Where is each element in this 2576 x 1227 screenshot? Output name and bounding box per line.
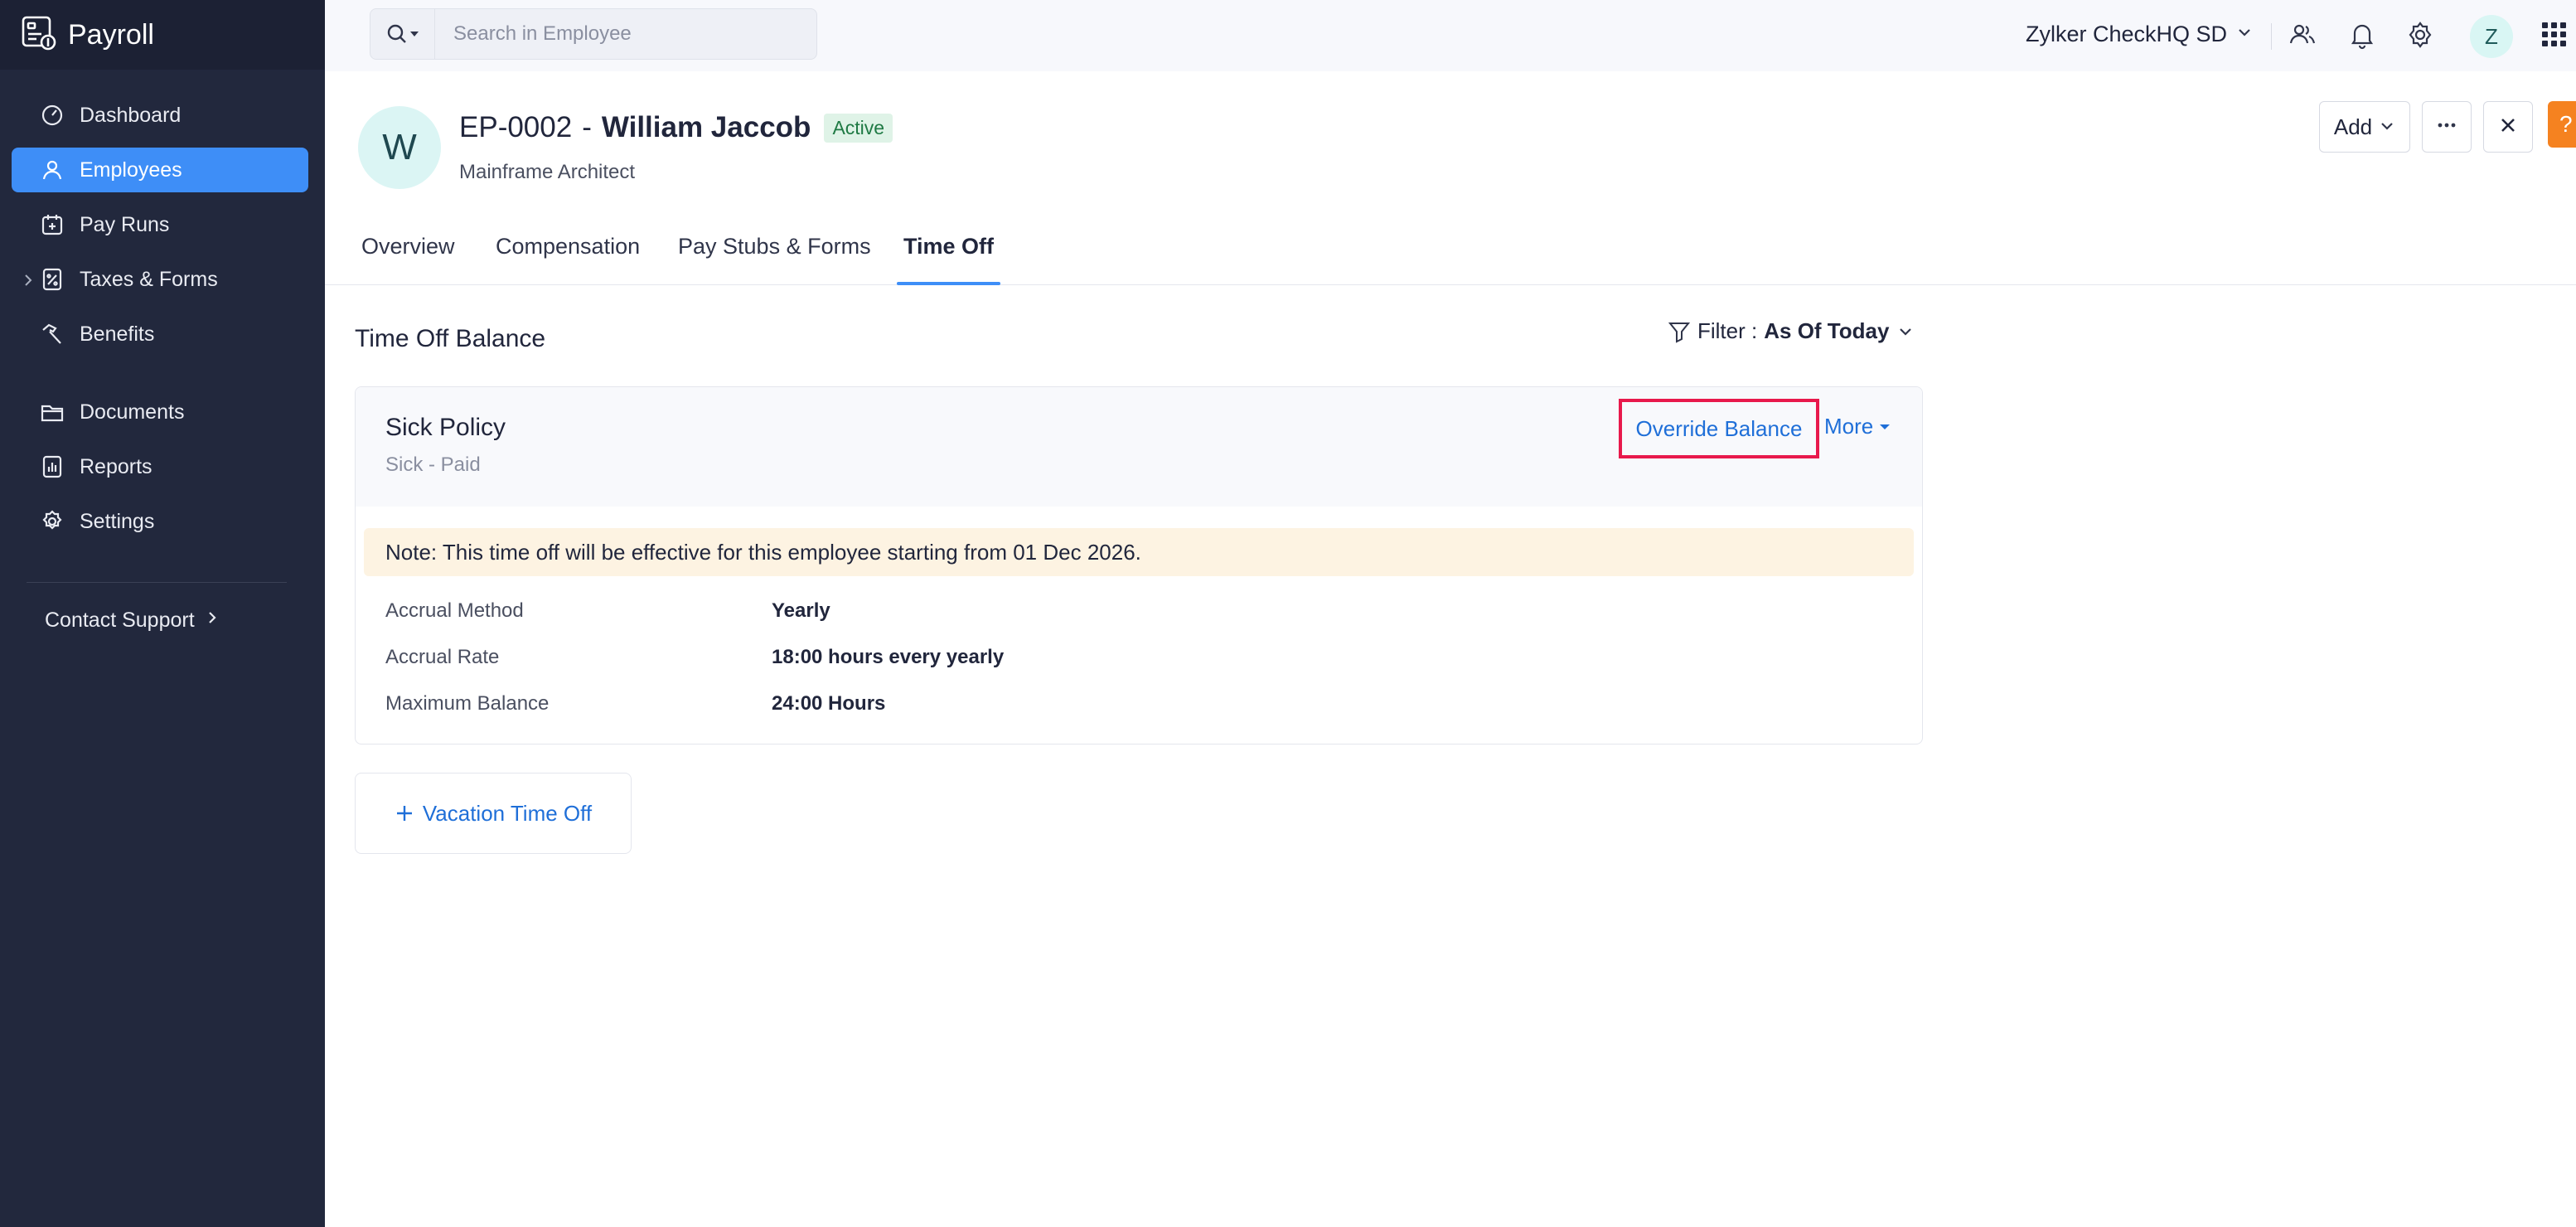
gear-icon[interactable]: [2405, 20, 2435, 50]
sidebar-item-taxes-forms[interactable]: Taxes & Forms: [12, 257, 308, 302]
gear-icon: [40, 509, 65, 534]
title-separator: -: [582, 111, 592, 143]
report-icon: [40, 454, 65, 479]
gauge-icon: [40, 103, 65, 128]
close-button[interactable]: [2483, 101, 2533, 153]
percent-doc-icon: [40, 267, 65, 292]
filter-dropdown[interactable]: Filter : As Of Today: [1668, 318, 1914, 344]
filter-icon: [1668, 322, 1691, 343]
caret-down-icon: [1880, 424, 1891, 429]
sidebar: Payroll Dashboard Employees Pay Runs Tax…: [0, 0, 325, 1227]
accrual-rate-label: Accrual Rate: [385, 646, 500, 668]
org-switcher[interactable]: Zylker CheckHQ SD: [2026, 22, 2254, 47]
app-name: Payroll: [68, 18, 154, 51]
ellipsis-icon: [2435, 114, 2458, 141]
filter-value: As Of Today: [1764, 318, 1890, 343]
user-avatar[interactable]: Z: [2470, 15, 2513, 58]
add-button[interactable]: Add: [2319, 101, 2410, 153]
sidebar-item-settings[interactable]: Settings: [12, 499, 308, 544]
sidebar-item-pay-runs[interactable]: Pay Runs: [12, 202, 308, 247]
tab-compensation[interactable]: Compensation: [496, 234, 640, 285]
override-balance-link[interactable]: Override Balance: [1619, 399, 1819, 458]
sidebar-item-label: Benefits: [80, 322, 155, 346]
policy-type: Sick - Paid: [385, 453, 481, 476]
vacation-time-off-label: Vacation Time Off: [422, 800, 593, 826]
help-button[interactable]: ?: [2548, 101, 2576, 148]
policy-name: Sick Policy: [385, 414, 506, 441]
tab-overview[interactable]: Overview: [361, 234, 455, 285]
user-icon: [40, 158, 65, 182]
payroll-logo-icon: [20, 14, 58, 56]
sidebar-item-label: Settings: [80, 509, 155, 533]
add-button-label: Add: [2333, 114, 2373, 139]
org-name: Zylker CheckHQ SD: [2026, 22, 2228, 46]
chevron-down-icon: [2372, 114, 2395, 140]
sidebar-item-documents[interactable]: Documents: [12, 390, 308, 434]
sidebar-divider: [27, 582, 287, 583]
maximum-balance-value: 24:00 Hours: [772, 692, 886, 715]
chevron-down-icon: [1900, 327, 1912, 336]
more-label: More: [1824, 414, 1874, 439]
employee-title: EP-0002 - William Jaccob Active: [459, 111, 893, 144]
folder-icon: [40, 400, 65, 424]
plus-icon: [396, 806, 412, 821]
chevron-down-icon: [2227, 22, 2254, 47]
sidebar-item-label: Employees: [80, 158, 182, 182]
sidebar-nav: Dashboard Employees Pay Runs Taxes & For…: [12, 93, 308, 554]
policy-card: Sick Policy Sick - Paid Override Balance…: [355, 386, 1923, 744]
users-icon[interactable]: [2288, 20, 2317, 50]
app-grid-icon[interactable]: [2540, 20, 2569, 50]
employee-name: William Jaccob: [601, 111, 811, 143]
tab-time-off[interactable]: Time Off: [896, 234, 1001, 285]
employee-avatar: W: [358, 106, 441, 189]
search-input[interactable]: [435, 22, 800, 46]
employee-role: Mainframe Architect: [459, 161, 636, 183]
bell-icon[interactable]: [2347, 20, 2377, 50]
chevron-right-icon[interactable]: [20, 270, 36, 287]
more-options-button[interactable]: [2422, 101, 2472, 153]
more-dropdown[interactable]: More: [1824, 414, 1891, 439]
hammer-icon: [40, 322, 65, 347]
sidebar-item-employees[interactable]: Employees: [12, 148, 308, 192]
accrual-rate-value: 18:00 hours every yearly: [772, 646, 1005, 668]
close-icon: [2496, 114, 2520, 141]
search-icon[interactable]: [370, 9, 435, 59]
employee-tabs: Overview Compensation Pay Stubs & Forms …: [325, 221, 2576, 285]
tab-pay-stubs-forms[interactable]: Pay Stubs & Forms: [678, 234, 871, 285]
contact-support-link[interactable]: Contact Support: [45, 609, 221, 633]
policy-card-header: Sick Policy Sick - Paid Override Balance…: [356, 387, 1922, 507]
search-box[interactable]: [370, 8, 817, 60]
filter-label: Filter :: [1697, 318, 1758, 343]
effective-note: Note: This time off will be effective fo…: [364, 528, 1914, 576]
sidebar-item-dashboard[interactable]: Dashboard: [12, 93, 308, 138]
sidebar-item-label: Pay Runs: [80, 212, 170, 236]
topbar-separator: [2271, 23, 2272, 50]
brand[interactable]: Payroll: [0, 0, 325, 70]
sidebar-item-benefits[interactable]: Benefits: [12, 312, 308, 356]
accrual-method-value: Yearly: [772, 599, 830, 622]
contact-support-label: Contact Support: [45, 609, 195, 632]
calendar-icon: [40, 212, 65, 237]
status-badge: Active: [824, 113, 893, 143]
sidebar-item-label: Taxes & Forms: [80, 267, 218, 291]
sidebar-item-label: Reports: [80, 454, 153, 478]
sidebar-item-label: Documents: [80, 400, 185, 424]
employee-code: EP-0002: [459, 111, 573, 143]
add-vacation-time-off-button[interactable]: Vacation Time Off: [355, 773, 632, 854]
sidebar-item-reports[interactable]: Reports: [12, 444, 308, 489]
chevron-right-icon: [195, 609, 221, 633]
topbar: Zylker CheckHQ SD Z: [325, 0, 2576, 71]
accrual-method-label: Accrual Method: [385, 599, 524, 622]
section-title: Time Off Balance: [355, 325, 546, 352]
maximum-balance-label: Maximum Balance: [385, 692, 550, 715]
sidebar-item-label: Dashboard: [80, 103, 182, 127]
